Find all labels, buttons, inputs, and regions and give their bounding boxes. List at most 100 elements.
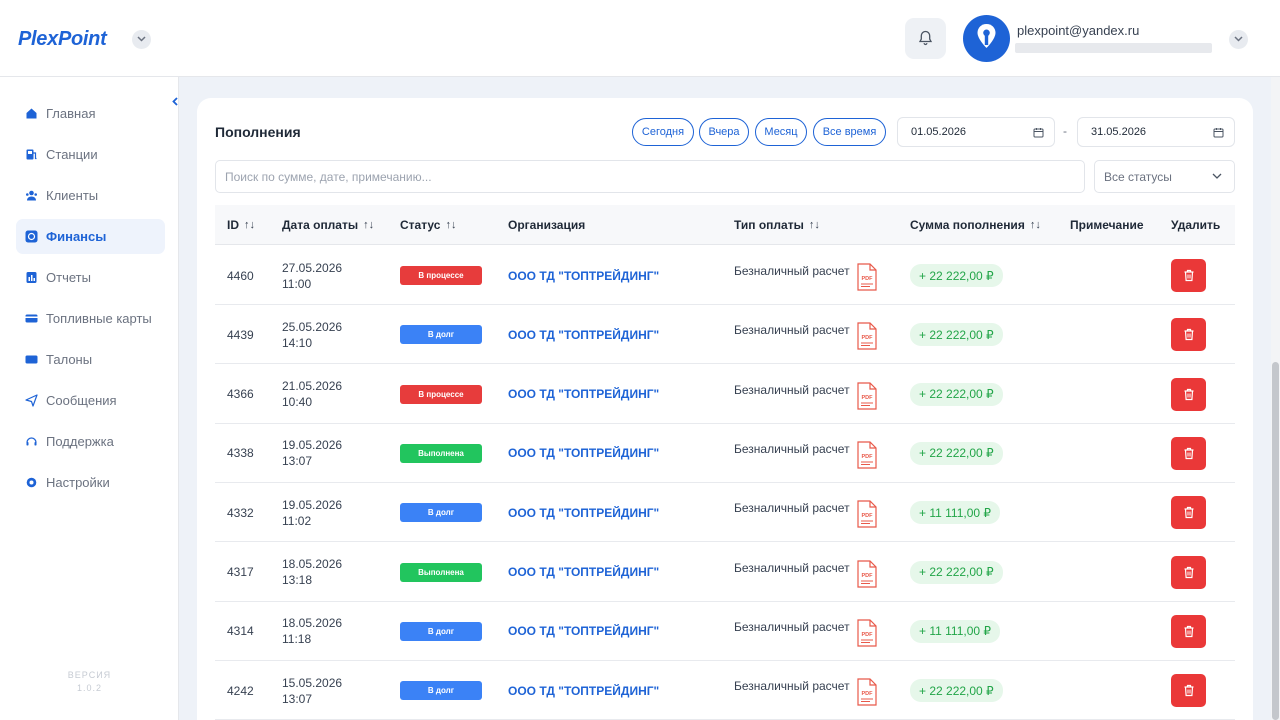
column-amount[interactable]: Сумма пополнения ↑↓ bbox=[910, 205, 1041, 245]
filter-today-button[interactable]: Сегодня bbox=[632, 118, 694, 146]
trash-icon bbox=[1183, 566, 1195, 579]
delete-button[interactable] bbox=[1171, 259, 1206, 292]
sort-icon[interactable]: ↑↓ bbox=[244, 219, 255, 231]
pdf-icon[interactable]: PDF bbox=[856, 381, 878, 413]
column-note: Примечание bbox=[1070, 205, 1144, 245]
logo[interactable]: PlexPoint bbox=[18, 28, 107, 51]
search-input[interactable] bbox=[215, 160, 1085, 193]
sidebar-item-finance[interactable]: Финансы bbox=[16, 219, 165, 254]
delete-button[interactable] bbox=[1171, 674, 1206, 708]
table-row[interactable]: 4439 25.05.2026 14:10 В долг ООО ТД "ТОПТРЕЙ… bbox=[215, 305, 1235, 365]
pdf-icon[interactable]: PDF bbox=[856, 619, 878, 650]
sidebar-item-reports[interactable]: Отчеты bbox=[16, 260, 165, 295]
filter-all-time-button[interactable]: Все время bbox=[813, 118, 886, 146]
pdf-icon[interactable]: PDF bbox=[856, 441, 878, 472]
column-label: ID bbox=[227, 218, 239, 232]
pdf-label: PDF bbox=[861, 395, 873, 401]
row-status: Выполнена bbox=[400, 424, 482, 483]
scrollbar-thumb[interactable] bbox=[1272, 362, 1279, 720]
column-payment-type[interactable]: Тип оплаты ↑↓ bbox=[734, 205, 820, 245]
collapse-sidebar-icon[interactable] bbox=[171, 97, 184, 110]
sidebar-item-home[interactable]: Главная bbox=[16, 96, 165, 131]
date-from-field[interactable]: 01.05.2026 bbox=[897, 117, 1055, 147]
status-badge: В долг bbox=[400, 681, 482, 701]
sort-icon[interactable]: ↑↓ bbox=[445, 219, 456, 231]
pdf-icon[interactable]: PDF bbox=[856, 500, 878, 531]
delete-button[interactable] bbox=[1171, 614, 1206, 648]
table-row[interactable]: 4314 18.05.2026 11:18 В долг ООО ТД "ТОПТРЕЙ… bbox=[215, 602, 1235, 661]
sidebar-item-label: Станции bbox=[46, 147, 98, 162]
sidebar-item-coupons[interactable]: Талоны bbox=[16, 342, 165, 377]
organization-link[interactable]: ООО ТД "ТОПТРЕЙДИНГ" bbox=[508, 565, 659, 579]
row-organization: ООО ТД "ТОПТРЕЙДИНГ" bbox=[508, 365, 659, 424]
sort-icon[interactable]: ↑↓ bbox=[363, 219, 374, 231]
payment-type-text: Безналичный расчет bbox=[734, 264, 850, 278]
status-badge: В долг bbox=[400, 325, 482, 345]
table-row[interactable]: 4242 15.05.2026 13:07 В долг ООО ТД "ТОПТРЕЙ… bbox=[215, 661, 1235, 720]
card-icon bbox=[24, 312, 38, 326]
sidebar-item-stations[interactable]: Станции bbox=[16, 137, 165, 172]
column-status[interactable]: Статус ↑↓ bbox=[400, 205, 456, 245]
sort-icon[interactable]: ↑↓ bbox=[1030, 219, 1041, 231]
table-row[interactable]: 4317 18.05.2026 13:18 Выполнена ООО ТД "ТОПТ… bbox=[215, 543, 1235, 602]
organization-link[interactable]: ООО ТД "ТОПТРЕЙДИНГ" bbox=[508, 684, 659, 698]
date-to-field[interactable]: 31.05.2026 bbox=[1077, 117, 1235, 147]
delete-button[interactable] bbox=[1171, 318, 1206, 352]
delete-button[interactable] bbox=[1171, 377, 1206, 411]
status-filter-select[interactable]: Все статусы bbox=[1094, 160, 1235, 193]
row-payment-type: Безналичный расчет PDF bbox=[734, 365, 878, 424]
payment-type-text: Безналичный расчет bbox=[734, 501, 850, 516]
table-row[interactable]: 4332 19.05.2026 11:02 В долг ООО ТД "ТОПТРЕЙ… bbox=[215, 483, 1235, 543]
pdf-label: PDF bbox=[861, 632, 873, 638]
column-label: Организация bbox=[508, 218, 586, 232]
pdf-icon[interactable]: PDF bbox=[856, 678, 878, 709]
sidebar-item-label: Отчеты bbox=[46, 270, 91, 285]
pdf-icon[interactable]: PDF bbox=[856, 559, 878, 591]
sidebar-item-settings[interactable]: Настройки bbox=[16, 465, 165, 500]
table-row[interactable]: 4338 19.05.2026 13:07 Выполнена ООО ТД "ТОПТ… bbox=[215, 424, 1235, 483]
organization-link[interactable]: ООО ТД "ТОПТРЕЙДИНГ" bbox=[508, 624, 659, 638]
row-amount: + 22 222,00 ₽ bbox=[910, 661, 1003, 720]
row-id: 4460 bbox=[227, 268, 254, 283]
organization-link[interactable]: ООО ТД "ТОПТРЕЙДИНГ" bbox=[508, 269, 659, 283]
pdf-icon[interactable]: PDF bbox=[856, 322, 878, 353]
headset-icon bbox=[24, 435, 38, 449]
organization-link[interactable]: ООО ТД "ТОПТРЕЙДИНГ" bbox=[508, 506, 659, 520]
user-menu-chevron-icon[interactable] bbox=[1229, 30, 1248, 49]
calendar-icon bbox=[1033, 128, 1044, 138]
payments-card: Пополнения Сегодня Вчера Месяц Все время… bbox=[197, 98, 1253, 720]
avatar[interactable] bbox=[963, 15, 1010, 62]
payment-type-text: Безналичный расчет bbox=[734, 560, 850, 575]
organization-link[interactable]: ООО ТД "ТОПТРЕЙДИНГ" bbox=[508, 328, 659, 342]
notifications-button[interactable] bbox=[905, 18, 946, 59]
sidebar-item-messages[interactable]: Сообщения bbox=[16, 383, 165, 418]
sidebar-item-fuel-cards[interactable]: Топливные карты bbox=[16, 301, 165, 336]
table-row[interactable]: 4460 27.05.2026 11:00 В процессе ООО ТД "ТОП… bbox=[215, 246, 1235, 305]
sidebar-item-clients[interactable]: Клиенты bbox=[16, 178, 165, 213]
row-status: В долг bbox=[400, 602, 482, 661]
row-time: 14:10 bbox=[282, 335, 313, 350]
sidebar-item-support[interactable]: Поддержка bbox=[16, 424, 165, 459]
trash-icon bbox=[1183, 506, 1195, 519]
version-label: ВЕРСИЯ bbox=[67, 670, 112, 680]
sidebar-item-label: Клиенты bbox=[46, 188, 99, 203]
row-time: 13:07 bbox=[282, 691, 313, 706]
row-time: 11:00 bbox=[282, 276, 312, 291]
organization-link[interactable]: ООО ТД "ТОПТРЕЙДИНГ" bbox=[508, 387, 659, 401]
chevron-down-icon[interactable] bbox=[132, 30, 151, 49]
delete-button[interactable] bbox=[1171, 436, 1206, 470]
pdf-label: PDF bbox=[861, 276, 873, 282]
row-delete bbox=[1171, 602, 1206, 661]
delete-button[interactable] bbox=[1171, 555, 1206, 589]
sort-icon[interactable]: ↑↓ bbox=[809, 219, 820, 231]
organization-link[interactable]: ООО ТД "ТОПТРЕЙДИНГ" bbox=[508, 446, 659, 460]
amount-badge: + 22 222,00 ₽ bbox=[910, 560, 1003, 584]
pdf-icon[interactable]: PDF bbox=[856, 263, 878, 294]
table-row[interactable]: 4366 21.05.2026 10:40 В процессе ООО ТД "ТОП… bbox=[215, 365, 1235, 424]
filter-yesterday-button[interactable]: Вчера bbox=[699, 118, 749, 146]
delete-button[interactable] bbox=[1171, 496, 1206, 530]
filter-month-button[interactable]: Месяц bbox=[755, 118, 807, 146]
column-id[interactable]: ID ↑↓ bbox=[227, 205, 255, 245]
row-status: В процессе bbox=[400, 246, 482, 305]
column-payment-date[interactable]: Дата оплаты ↑↓ bbox=[282, 205, 374, 245]
